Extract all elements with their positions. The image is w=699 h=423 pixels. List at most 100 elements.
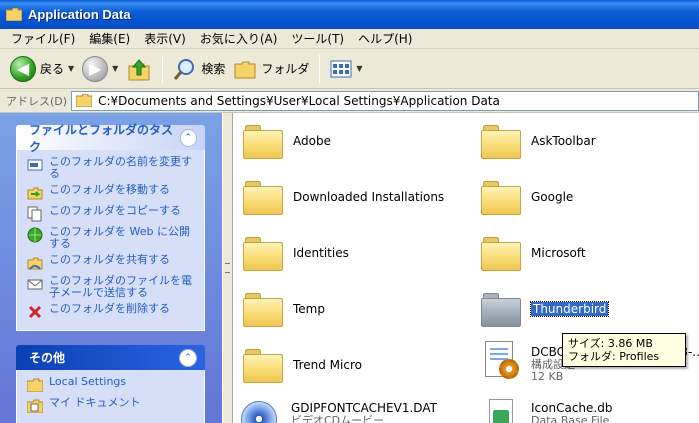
folder-icon (481, 123, 521, 159)
item-name: GDIPFONTCACHEV1.DAT (291, 401, 437, 415)
menu-tools[interactable]: ツール(T) (284, 30, 351, 47)
window-title: Application Data (28, 7, 131, 22)
share-icon (27, 255, 43, 271)
pane-splitter[interactable] (222, 113, 233, 423)
folder-item-adobe[interactable]: Adobe (243, 123, 331, 159)
folders-label: フォルダ (261, 62, 310, 76)
item-name: DCBC (531, 345, 566, 359)
folder-icon (243, 123, 283, 159)
menu-favorites[interactable]: お気に入り(A) (193, 30, 285, 47)
database-file-icon (481, 399, 521, 423)
search-button[interactable]: 検索 (169, 53, 229, 85)
info-tooltip: サイズ: 3.86 MB フォルダ: Profiles (562, 333, 686, 367)
back-button[interactable]: ◀ 戻る ▼ (6, 53, 78, 85)
item-name: Microsoft (531, 246, 586, 260)
task-delete[interactable]: このフォルダを削除する (27, 303, 198, 320)
move-icon (27, 185, 43, 201)
address-label: アドレス(D) (6, 94, 68, 108)
chevron-down-icon[interactable]: ▼ (356, 64, 362, 73)
place-my-documents[interactable]: マイ ドキュメント (27, 397, 198, 414)
panel-header[interactable]: ファイルとフォルダのタスク ⌃ (16, 123, 205, 154)
up-button[interactable] (122, 53, 156, 85)
folder-icon (243, 179, 283, 215)
panel-header[interactable]: その他 ⌃ (16, 345, 205, 370)
folder-icon (243, 347, 283, 383)
config-file-icon (481, 341, 521, 381)
task-copy[interactable]: このフォルダをコピーする (27, 205, 198, 222)
item-name: Trend Micro (293, 358, 362, 372)
place-label: Local Settings (49, 375, 127, 388)
menu-file[interactable]: ファイル(F) (4, 30, 82, 47)
task-publish-web[interactable]: このフォルダを Web に公開する (27, 226, 198, 250)
folder-item-microsoft[interactable]: Microsoft (481, 235, 586, 271)
task-share[interactable]: このフォルダを共有する (27, 254, 198, 271)
folder-item-temp[interactable]: Temp (243, 291, 325, 327)
folder-icon (75, 93, 93, 108)
file-folder-tasks-panel: ファイルとフォルダのタスク ⌃ このフォルダの名前を変更する このフォルダを移動… (16, 123, 205, 331)
email-icon (27, 276, 43, 292)
title-bar[interactable]: Application Data (0, 0, 699, 29)
back-label: 戻る (40, 62, 65, 76)
item-name: Adobe (293, 134, 331, 148)
file-item-gdipfontcache[interactable]: GDIPFONTCACHEV1.DAT ビデオCDムービー (239, 397, 437, 423)
folder-item-asktoolbar[interactable]: AskToolbar (481, 123, 596, 159)
panel-body: Local Settings マイ ドキュメント (16, 370, 205, 423)
toolbar: ◀ 戻る ▼ ▶ ▼ 検索 フォルダ ▼ (0, 49, 699, 89)
item-size: 12 KB (531, 370, 564, 383)
address-bar: アドレス(D) C:¥Documents and Settings¥User¥L… (0, 89, 699, 113)
file-item-iconcache[interactable]: IconCache.db Data Base File (481, 399, 612, 423)
item-name: IconCache.db (531, 401, 613, 415)
up-folder-icon (128, 58, 150, 80)
folder-item-trend-micro[interactable]: Trend Micro (243, 347, 362, 383)
item-name: Identities (293, 246, 349, 260)
task-label: このフォルダのファイルを電子メールで送信する (49, 274, 192, 299)
chevron-down-icon[interactable]: ▼ (68, 64, 74, 73)
panel-title: その他 (29, 351, 66, 365)
folder-icon (243, 235, 283, 271)
my-documents-icon (27, 398, 43, 414)
folder-item-google[interactable]: Google (481, 179, 573, 215)
task-label: このフォルダを Web に公開する (49, 225, 190, 250)
collapse-icon[interactable]: ⌃ (179, 348, 197, 367)
search-label: 検索 (201, 62, 226, 76)
delete-icon (27, 304, 43, 320)
folder-icon (481, 179, 521, 215)
task-email[interactable]: このフォルダのファイルを電子メールで送信する (27, 275, 198, 299)
panel-title: ファイルとフォルダのタスク (29, 122, 174, 154)
folder-item-thunderbird[interactable]: Thunderbird (481, 291, 610, 327)
menu-help[interactable]: ヘルプ(H) (351, 30, 419, 47)
menu-view[interactable]: 表示(V) (137, 30, 193, 47)
forward-button[interactable]: ▶ ▼ (78, 53, 122, 85)
task-label: このフォルダを削除する (49, 302, 170, 315)
folder-icon (481, 235, 521, 271)
tooltip-folders: フォルダ: Profiles (568, 350, 660, 363)
task-rename[interactable]: このフォルダの名前を変更する (27, 156, 198, 180)
other-places-panel: その他 ⌃ Local Settings マイ ドキュメント (16, 345, 205, 423)
item-name-selected: Thunderbird (529, 301, 610, 317)
collapse-icon[interactable]: ⌃ (179, 128, 197, 147)
chevron-down-icon[interactable]: ▼ (112, 64, 118, 73)
folder-icon (27, 377, 43, 393)
folder-icon (5, 7, 23, 22)
task-label: このフォルダを共有する (49, 253, 170, 266)
forward-arrow-icon: ▶ (82, 55, 109, 82)
video-cd-icon (239, 397, 279, 423)
folder-item-downloaded-installations[interactable]: Downloaded Installations (243, 179, 444, 215)
views-button[interactable]: ▼ (326, 53, 366, 85)
item-name: Downloaded Installations (293, 190, 445, 204)
task-label: このフォルダを移動する (49, 183, 170, 196)
address-input[interactable]: C:¥Documents and Settings¥User¥Local Set… (71, 90, 699, 111)
task-move[interactable]: このフォルダを移動する (27, 184, 198, 201)
file-list: Adobe AskToolbar Downloaded Installation… (233, 113, 699, 423)
folder-item-identities[interactable]: Identities (243, 235, 349, 271)
folders-icon (234, 61, 256, 78)
item-name: AskToolbar (531, 134, 596, 148)
place-local-settings[interactable]: Local Settings (27, 376, 198, 393)
task-pane: ファイルとフォルダのタスク ⌃ このフォルダの名前を変更する このフォルダを移動… (0, 113, 222, 423)
splitter-grip[interactable] (225, 263, 230, 273)
task-label: このフォルダをコピーする (49, 204, 181, 217)
toolbar-separator (162, 54, 164, 83)
address-path: C:¥Documents and Settings¥User¥Local Set… (98, 93, 500, 108)
folders-button[interactable]: フォルダ (229, 53, 313, 85)
menu-edit[interactable]: 編集(E) (82, 30, 137, 47)
